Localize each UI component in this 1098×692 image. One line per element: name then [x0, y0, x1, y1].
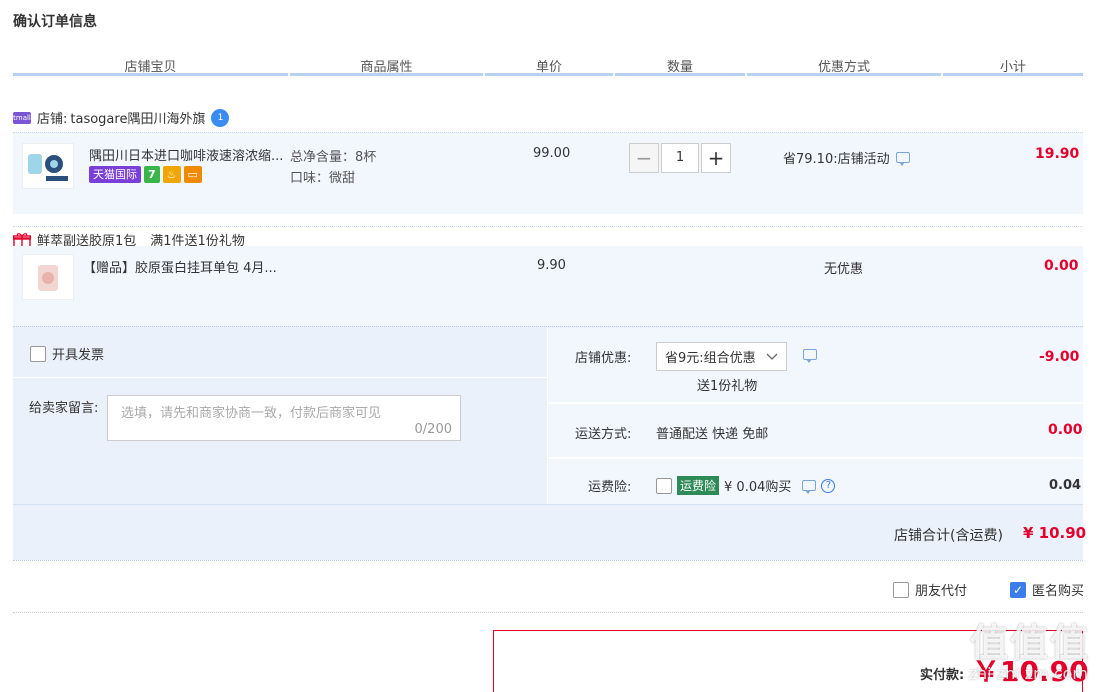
item-name-link[interactable]: 隅田川日本进口咖啡液速溶浓缩... [89, 145, 283, 164]
divider [548, 402, 1083, 404]
item-tags: 天猫国际 7 ♨ ▭ [89, 166, 205, 183]
col-header-price: 单价 [485, 56, 613, 76]
tmall-global-tag: 天猫国际 [89, 166, 141, 183]
watermark-url: zhi zhi zm.com [968, 664, 1088, 683]
friend-pay-checkbox[interactable] [893, 581, 909, 598]
item-subtotal: 19.90 [1035, 146, 1080, 162]
item-unit-price: 99.00 [533, 146, 571, 161]
item-discount: 省79.10:店铺活动 [783, 148, 910, 167]
gift-name-link[interactable]: 【赠品】胶原蛋白挂耳单包 4月... [83, 257, 277, 276]
item-discount-text: 省79.10:店铺活动 [783, 152, 890, 167]
anonymous-option[interactable]: ✓ 匿名购买 [1010, 580, 1084, 599]
gift-header: 鲜萃副送胶原1包 满1件送1份礼物 [13, 226, 1083, 249]
shop-discount-chat-icon[interactable] [803, 349, 817, 363]
insurance-chat-icon[interactable] [802, 480, 817, 494]
divider [548, 457, 1083, 459]
invoice-checkbox[interactable] [30, 345, 46, 362]
divider [13, 612, 1083, 613]
insurance-label: 运费险: [588, 480, 632, 495]
anonymous-checkbox[interactable]: ✓ [1010, 581, 1026, 598]
seller-message-field[interactable]: 选填，请先和商家协商一致，付款后商家可见 0/200 [107, 395, 461, 441]
final-pay-label: 实付款: [920, 668, 965, 683]
message-placeholder: 选填，请先和商家协商一致，付款后商家可见 [121, 406, 382, 421]
page-title: 确认订单信息 [13, 14, 97, 30]
discount-chat-icon[interactable] [895, 152, 910, 166]
divider [13, 377, 547, 378]
shop-discount-amount: -9.00 [1039, 349, 1080, 365]
invoice-label: 开具发票 [52, 348, 105, 363]
seven-day-return-icon: 7 [144, 166, 160, 183]
shipping-amount: 0.00 [1048, 422, 1083, 438]
anonymous-label: 匿名购买 [1032, 584, 1085, 599]
chevron-down-icon [766, 353, 778, 360]
shop-total-label: 店铺合计(含运费) [894, 528, 1003, 544]
quantity-stepper: − 1 + [629, 143, 731, 173]
shop-label: 店铺: [37, 112, 68, 127]
gift-unit-price: 9.90 [537, 258, 566, 273]
qty-input[interactable]: 1 [661, 143, 699, 173]
invoice-option[interactable]: 开具发票 [30, 344, 104, 363]
col-header-discount: 优惠方式 [747, 56, 941, 76]
insurance-option[interactable]: 运费险 ¥ 0.04购买 ? [656, 476, 836, 495]
gift-thumbnail[interactable] [22, 254, 74, 300]
guarantee-icon: ♨ [162, 166, 181, 183]
qty-minus-button[interactable]: − [629, 143, 659, 173]
shop-discount-selected: 省9元:组合优惠 [665, 351, 756, 366]
item-attr-flavor: 口味：微甜 [290, 171, 356, 186]
item-thumbnail[interactable] [22, 143, 74, 189]
insurance-badge: 运费险 [677, 476, 720, 495]
shipping-method: 普通配送 快递 免邮 [656, 427, 769, 442]
shipping-label: 运送方式: [575, 427, 632, 442]
divider [547, 328, 548, 504]
col-header-attr: 商品属性 [290, 56, 483, 76]
col-header-qty: 数量 [615, 56, 745, 76]
divider [13, 560, 1083, 561]
message-label: 给卖家留言: [29, 401, 99, 416]
tmall-shop-icon: tmall [13, 111, 31, 124]
shop-total-amount: ¥ 10.90 [1023, 524, 1087, 542]
col-header-subtotal: 小计 [943, 56, 1083, 76]
insurance-amount: 0.04 [1049, 478, 1082, 493]
help-icon[interactable]: ? [821, 478, 836, 493]
gift-discount: 无优惠 [824, 262, 864, 277]
shop-discount-label: 店铺优惠: [575, 351, 632, 366]
divider [13, 504, 1083, 505]
shop-header: tmall 店铺: tasogare隅田川海外旗 1 [13, 108, 230, 127]
gift-subtotal: 0.00 [1044, 258, 1079, 274]
message-counter: 0/200 [414, 422, 452, 437]
shop-discount-note: 送1份礼物 [697, 379, 758, 394]
insurance-price: ¥ 0.04购买 [724, 480, 792, 495]
item-attr-content: 总净含量：8杯 [290, 150, 377, 165]
card-pay-icon: ▭ [183, 166, 202, 183]
shop-discount-select[interactable]: 省9元:组合优惠 [656, 342, 787, 371]
col-header-item: 店铺宝贝 [13, 56, 288, 76]
watermark-logo: 值值值 [969, 621, 1090, 665]
insurance-checkbox[interactable] [656, 477, 672, 494]
qty-plus-button[interactable]: + [701, 143, 731, 173]
friend-pay-label: 朋友代付 [915, 584, 968, 599]
friend-pay-option[interactable]: 朋友代付 [893, 580, 967, 599]
wangwang-chat-icon[interactable]: 1 [211, 108, 230, 127]
shop-name-link[interactable]: tasogare隅田川海外旗 [70, 108, 205, 127]
